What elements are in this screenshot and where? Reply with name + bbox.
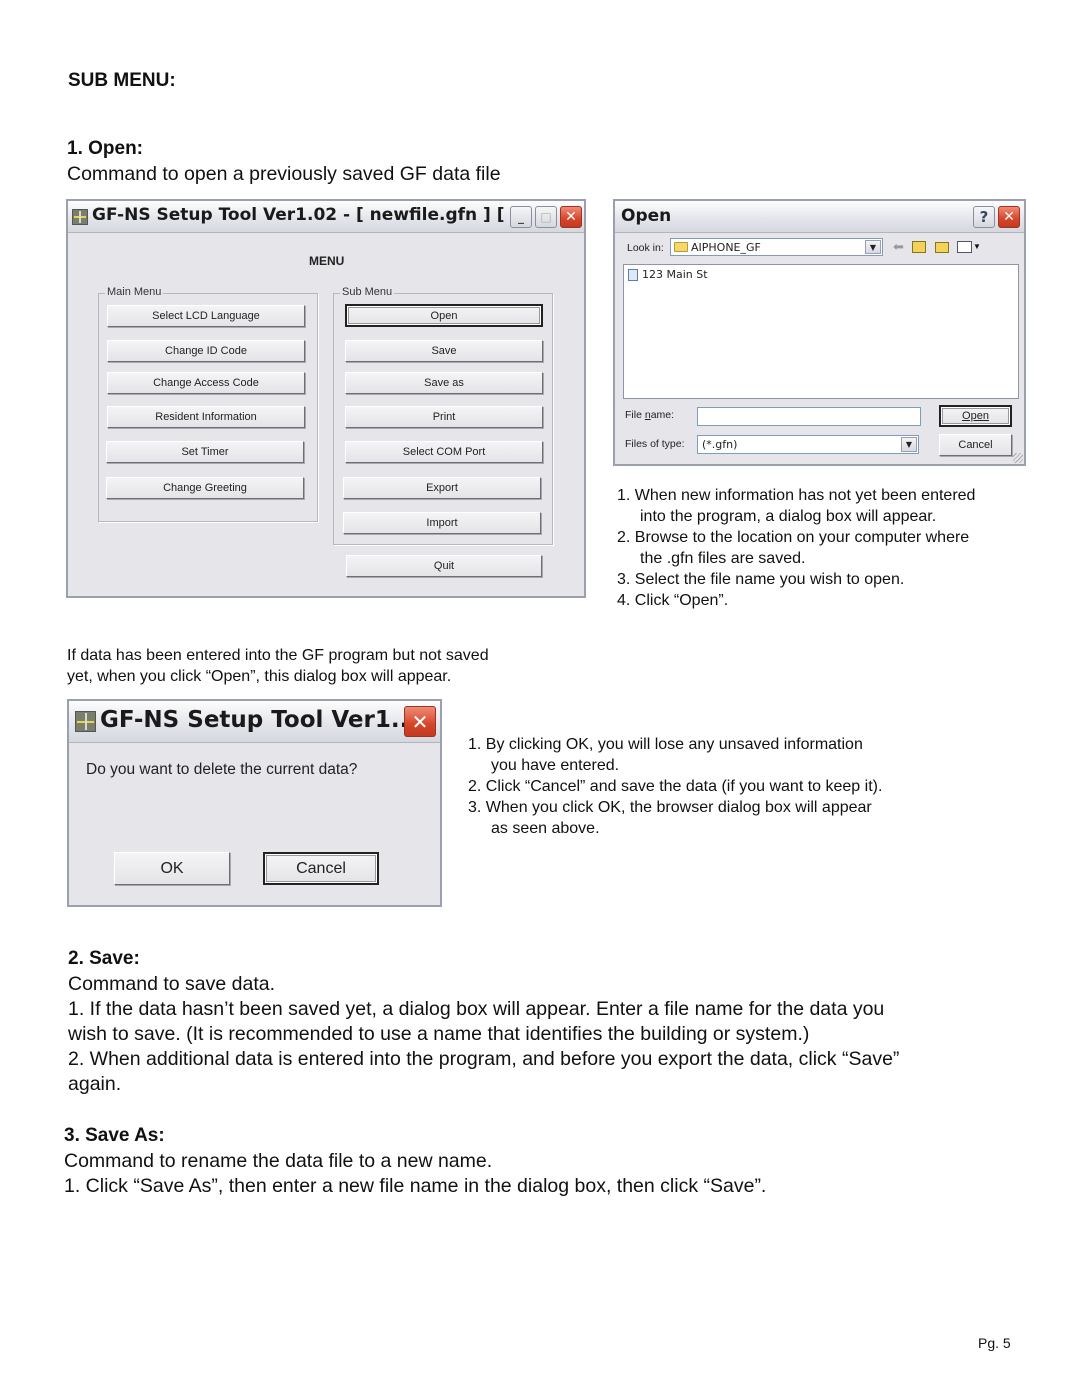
open-dialog-titlebar: Open ? ✕ <box>615 201 1024 233</box>
up-folder-icon[interactable] <box>912 241 926 253</box>
page-number: Pg. 5 <box>978 1335 1011 1351</box>
confirm-step: 1. By clicking OK, you will lose any uns… <box>468 736 863 753</box>
import-button[interactable]: Import <box>343 512 541 534</box>
confirm-step: 3. When you click OK, the browser dialog… <box>468 799 872 816</box>
app-icon <box>72 209 88 225</box>
help-icon: ? <box>979 208 989 226</box>
select-lcd-language-button[interactable]: Select LCD Language <box>107 305 305 327</box>
look-in-label: Look in: <box>627 242 664 254</box>
open-step: 3. Select the file name you wish to open… <box>617 571 905 588</box>
save-button[interactable]: Save <box>345 340 543 362</box>
open-step-continuation: into the program, a dialog box will appe… <box>640 508 937 525</box>
resize-grip-icon[interactable] <box>1013 453 1023 463</box>
back-icon[interactable]: ⬅ <box>893 239 904 255</box>
open-steps: 1. When new information has not yet been… <box>617 485 975 611</box>
confirm-step-continuation: as seen above. <box>491 820 600 837</box>
ok-button[interactable]: OK <box>114 852 230 885</box>
open-section-description: Command to open a previously saved GF da… <box>67 163 501 185</box>
close-icon: ✕ <box>565 209 577 225</box>
folder-icon <box>674 242 688 252</box>
resident-information-button[interactable]: Resident Information <box>107 406 305 428</box>
change-access-code-button[interactable]: Change Access Code <box>107 372 305 394</box>
quit-button[interactable]: Quit <box>346 555 542 577</box>
main-window-title: GF-NS Setup Tool Ver1.02 - [ newfile.gfn… <box>92 205 530 225</box>
files-of-type-value: (*.gfn) <box>702 438 738 451</box>
close-icon: ✕ <box>411 709 429 734</box>
look-in-dropdown[interactable]: AIPHONE_GF ▼ <box>670 238 883 256</box>
chevron-down-icon[interactable]: ▼ <box>865 240 881 254</box>
file-name-label: File name: <box>625 409 675 421</box>
file-list[interactable]: 123 Main St <box>623 264 1019 399</box>
confirm-dialog-message: Do you want to delete the current data? <box>86 761 358 778</box>
change-greeting-button[interactable]: Change Greeting <box>106 477 304 499</box>
print-button[interactable]: Print <box>345 406 543 428</box>
change-id-code-button[interactable]: Change ID Code <box>107 340 305 362</box>
file-icon <box>628 268 638 281</box>
maximize-button[interactable]: □ <box>535 206 557 228</box>
open-step: 4. Click “Open”. <box>617 592 729 609</box>
help-button[interactable]: ? <box>973 206 995 228</box>
close-button[interactable]: ✕ <box>560 206 582 228</box>
sub-menu-group-label: Sub Menu <box>340 286 395 298</box>
confirm-dialog-title: GF-NS Setup Tool Ver1... <box>100 707 418 733</box>
file-list-item[interactable]: 123 Main St <box>628 268 708 281</box>
files-of-type-dropdown[interactable]: (*.gfn) ▼ <box>697 435 919 454</box>
save-section-body: Command to save data. 1. If the data has… <box>68 973 900 1095</box>
minimize-icon: _ <box>518 210 524 224</box>
confirm-dialog-titlebar: GF-NS Setup Tool Ver1... ✕ <box>69 701 440 743</box>
view-menu-chevron-icon[interactable]: ▼ <box>973 242 981 251</box>
open-dialog-cancel-button[interactable]: Cancel <box>939 434 1012 456</box>
open-step-continuation: the .gfn files are saved. <box>640 550 806 567</box>
open-step: 1. When new information has not yet been… <box>617 487 976 504</box>
unsaved-note: If data has been entered into the GF pro… <box>67 647 489 685</box>
page-heading: SUB MENU: <box>68 70 176 91</box>
save-as-section-title: 3. Save As: <box>64 1125 165 1146</box>
export-button[interactable]: Export <box>343 477 541 499</box>
open-button[interactable]: Open <box>345 304 543 327</box>
save-as-section-body: Command to rename the data file to a new… <box>64 1150 767 1197</box>
view-menu-icon[interactable] <box>957 241 972 253</box>
chevron-down-icon[interactable]: ▼ <box>901 437 917 452</box>
file-name-input[interactable] <box>697 407 921 426</box>
open-dialog-open-button[interactable]: Open <box>939 405 1012 427</box>
open-step: 2. Browse to the location on your comput… <box>617 529 970 546</box>
open-dialog-title: Open <box>621 206 672 226</box>
confirm-delete-dialog: GF-NS Setup Tool Ver1... ✕ Do you want t… <box>67 699 442 907</box>
confirm-step: 2. Click “Cancel” and save the data (if … <box>468 778 883 795</box>
app-icon <box>75 711 96 732</box>
open-dialog-close-button[interactable]: ✕ <box>998 206 1020 228</box>
confirm-steps: 1. By clicking OK, you will lose any uns… <box>468 734 882 839</box>
maximize-icon: □ <box>540 210 552 224</box>
files-of-type-label: Files of type: <box>625 438 685 450</box>
main-window-titlebar: GF-NS Setup Tool Ver1.02 - [ newfile.gfn… <box>68 201 584 233</box>
select-com-port-button[interactable]: Select COM Port <box>345 441 543 463</box>
save-section-title: 2. Save: <box>68 948 140 969</box>
open-section-title: 1. Open: <box>67 138 144 159</box>
minimize-button[interactable]: _ <box>510 206 532 228</box>
set-timer-button[interactable]: Set Timer <box>106 441 304 463</box>
confirm-step-continuation: you have entered. <box>491 757 620 774</box>
cancel-button[interactable]: Cancel <box>263 852 379 885</box>
main-menu-group-label: Main Menu <box>105 286 164 298</box>
close-icon: ✕ <box>1003 209 1015 225</box>
save-as-button[interactable]: Save as <box>345 372 543 394</box>
menu-label: MENU <box>309 254 345 268</box>
new-folder-icon[interactable] <box>935 242 949 253</box>
main-menu-window: GF-NS Setup Tool Ver1.02 - [ newfile.gfn… <box>66 199 586 598</box>
open-file-dialog: Open ? ✕ Look in: AIPHONE_GF ▼ ⬅ ▼ 123 M… <box>613 199 1026 466</box>
look-in-value: AIPHONE_GF <box>691 240 761 254</box>
confirm-dialog-close-button[interactable]: ✕ <box>404 706 436 737</box>
